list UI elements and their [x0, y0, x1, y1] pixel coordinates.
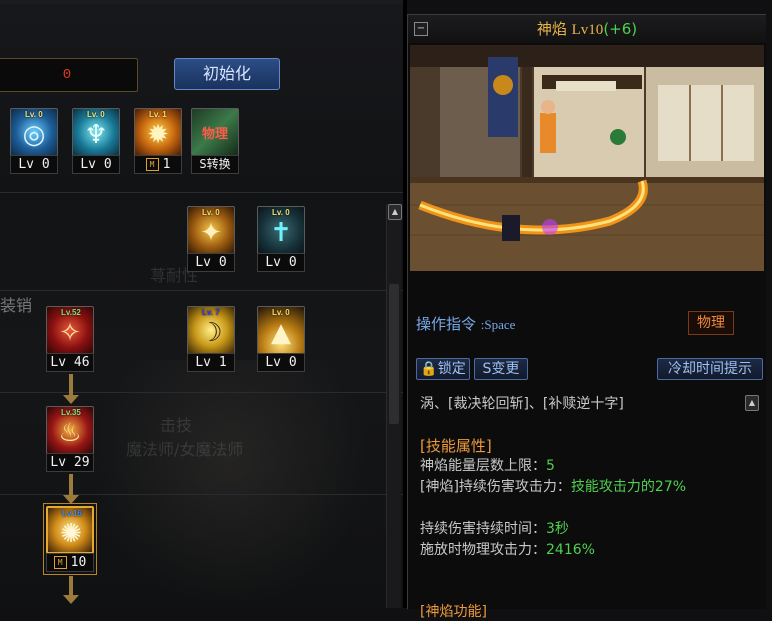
- skill-slot[interactable]: Lv. 1 ✹ M1: [134, 108, 182, 174]
- skill-icon: Lv. 0 ▲: [257, 306, 305, 354]
- cooldown-hint-button[interactable]: 冷却时间提示: [657, 358, 763, 380]
- skill-prereq-text: 涡、[裁决轮回斩]、[补赎逆十字]: [420, 396, 624, 412]
- skill-slot[interactable]: Lv.52 ✧ Lv 46: [46, 306, 94, 372]
- skill-glyph: ◎: [22, 120, 46, 150]
- skill-level-label: Lv 0: [10, 155, 58, 174]
- skill-tree-scrollbar[interactable]: ▲: [386, 204, 402, 608]
- attr-row: [神焰]持续伤害攻击力：技能攻击力的27%: [420, 479, 750, 496]
- skill-tree-panel: 0 初始化 荨耐性 装销 击技 魔法师/女魔法师 Lv. 0 ◎ Lv 0 Lv…: [0, 0, 403, 608]
- change-button[interactable]: S变更: [474, 358, 528, 380]
- faint-label: 装销: [0, 296, 33, 315]
- scroll-up-icon[interactable]: ▲: [388, 204, 402, 220]
- skill-slot[interactable]: Lv. 0 ✝ Lv 0: [257, 206, 305, 272]
- skill-glyph: ♆: [84, 120, 108, 150]
- skill-slot[interactable]: Lv. 0 ▲ Lv 0: [257, 306, 305, 372]
- attr-value: 3秒: [546, 521, 569, 537]
- skill-level-label: M1: [134, 155, 182, 174]
- attr-label: [神焰]持续伤害攻击力：: [420, 479, 571, 495]
- mastery-icon: M: [145, 158, 159, 171]
- sp-remaining-field: 0: [0, 58, 138, 92]
- attr-label: 神焰能量层数上限：: [420, 458, 546, 474]
- skill-level-label: S转换: [191, 155, 239, 174]
- faint-label: 魔法师/女魔法师: [126, 440, 244, 459]
- skill-glyph: ✦: [200, 218, 222, 248]
- prereq-arrow: [63, 374, 79, 404]
- skill-icon: 物理: [191, 108, 239, 156]
- skill-slot-selected[interactable]: Lv.16 ✺ M 10: [43, 503, 97, 575]
- skill-level-label: Lv 0: [257, 353, 305, 372]
- top-strip: [0, 0, 403, 4]
- attr-value: 技能攻击力的27%: [570, 479, 687, 495]
- skill-icon: Lv. 0 ✦: [187, 206, 235, 254]
- skill-glyph: ✹: [147, 120, 169, 150]
- skill-icon: Lv. 1 ✹: [134, 108, 182, 156]
- skill-level-label: Lv 29: [46, 453, 94, 472]
- attributes-header: [技能属性]: [420, 437, 492, 455]
- attr-label: 施放时物理攻击力：: [420, 542, 546, 558]
- skill-level-label: Lv 0: [187, 253, 235, 272]
- preview-scene: [410, 45, 764, 271]
- skill-icon: Lv. 0 ◎: [10, 108, 58, 156]
- skill-glyph: ✺: [60, 519, 82, 549]
- skill-glyph: ☽: [199, 318, 223, 348]
- attr-row: 神焰能量层数上限：5: [420, 458, 750, 475]
- command-key: :Space: [480, 317, 516, 332]
- skill-icon: Lv.35 ♨: [46, 406, 94, 454]
- skill-title: 神焰 Lv10(+6): [408, 15, 766, 43]
- class-artwork: [90, 360, 370, 608]
- skill-level-label: Lv 46: [46, 353, 94, 372]
- attr-value: 5: [546, 458, 555, 474]
- prereq-arrow: [63, 474, 79, 504]
- skill-slot[interactable]: Lv. 7 ☽ Lv 1: [187, 306, 235, 372]
- skill-level-label: Lv 0: [72, 155, 120, 174]
- function-header: [神焰功能]: [420, 604, 487, 620]
- section-divider: [0, 192, 403, 193]
- scroll-thumb[interactable]: [389, 284, 399, 424]
- skill-glyph: ✝: [270, 218, 292, 248]
- prereq-arrow: [63, 576, 79, 604]
- attr-row: 持续伤害持续时间：3秒: [420, 521, 750, 538]
- section-divider: [0, 392, 403, 393]
- skill-slot[interactable]: Lv.35 ♨ Lv 29: [46, 406, 94, 472]
- lock-label: 锁定: [437, 361, 466, 377]
- skill-slot[interactable]: Lv. 0 ◎ Lv 0: [10, 108, 58, 174]
- skill-detail-panel: 神焰 Lv10(+6) − 操作指令:Space 物理 🔒锁定 S变更 冷却时…: [407, 14, 766, 620]
- skill-icon: Lv. 0 ♆: [72, 108, 120, 156]
- lock-button[interactable]: 🔒锁定: [416, 358, 470, 380]
- attr-label: 持续伤害持续时间：: [420, 521, 546, 537]
- skill-icon: Lv.52 ✧: [46, 306, 94, 354]
- skill-level-label: M 10: [46, 553, 94, 572]
- skill-bonus: (+6): [603, 20, 638, 38]
- skill-level: Lv10: [571, 22, 604, 38]
- desc-scroll-up-icon[interactable]: ▲: [745, 395, 759, 411]
- reset-button[interactable]: 初始化: [174, 58, 280, 90]
- skill-glyph: ♨: [58, 418, 82, 448]
- mastery-icon: M: [53, 556, 67, 569]
- skill-level-value: 10: [70, 555, 87, 570]
- command-row: 操作指令 :Space: [416, 313, 515, 334]
- skill-name: 神焰: [536, 20, 567, 38]
- attr-row: 施放时物理攻击力：2416%: [420, 542, 750, 559]
- section-divider: [0, 290, 403, 291]
- skill-level-label: Lv 0: [257, 253, 305, 272]
- skill-level-label: Lv 1: [187, 353, 235, 372]
- skill-slot[interactable]: Lv. 0 ♆ Lv 0: [72, 108, 120, 174]
- damage-type-badge: 物理: [688, 311, 734, 335]
- attr-value: 2416%: [546, 542, 595, 558]
- skill-preview-image: [410, 45, 764, 271]
- section-divider: [0, 494, 403, 495]
- skill-level-value: 1: [162, 157, 171, 172]
- faint-label: 击技: [160, 416, 193, 435]
- skill-slot[interactable]: Lv. 0 ✦ Lv 0: [187, 206, 235, 272]
- collapse-icon[interactable]: −: [414, 22, 428, 36]
- skill-glyph: 物理: [201, 127, 228, 142]
- skill-glyph: ✧: [59, 318, 81, 348]
- command-label: 操作指令: [416, 315, 477, 333]
- skill-icon: Lv. 0 ✝: [257, 206, 305, 254]
- skill-glyph: ▲: [271, 318, 291, 348]
- skill-icon: Lv.16 ✺: [46, 506, 94, 554]
- skill-slot[interactable]: 物理 S转换: [191, 108, 239, 174]
- lock-icon: 🔒: [420, 361, 438, 377]
- skill-icon: Lv. 7 ☽: [187, 306, 235, 354]
